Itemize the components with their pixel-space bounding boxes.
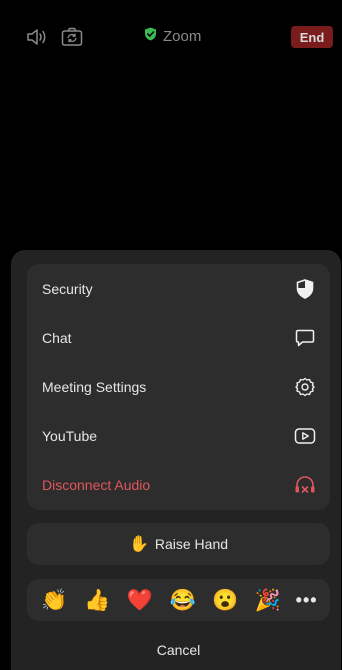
menu-item-label: YouTube xyxy=(42,427,98,444)
menu-item-label: Chat xyxy=(42,329,72,346)
open-mouth-reaction[interactable]: 😮 xyxy=(210,590,240,611)
reactions-bar: 👏 👍 ❤️ 😂 😮 🎉 ••• xyxy=(27,579,330,621)
heart-reaction[interactable]: ❤️ xyxy=(125,590,155,611)
shield-check-icon xyxy=(144,27,157,45)
meeting-title-text: Zoom xyxy=(163,27,202,45)
raised-hand-icon: ✋ xyxy=(128,536,149,553)
party-popper-reaction[interactable]: 🎉 xyxy=(253,590,283,611)
meeting-topbar: Zoom End xyxy=(0,0,342,74)
menu-item-disconnect-audio[interactable]: Disconnect Audio xyxy=(27,460,330,509)
tears-of-joy-reaction[interactable]: 😂 xyxy=(168,590,198,611)
clapping-hands-reaction[interactable]: 👏 xyxy=(39,590,69,611)
menu-card: Security Chat Meeting Settings YouTube D… xyxy=(27,264,330,510)
menu-item-meeting-settings[interactable]: Meeting Settings xyxy=(27,362,330,411)
raise-hand-label: Raise Hand xyxy=(154,536,229,552)
thumbs-up-reaction[interactable]: 👍 xyxy=(82,590,112,611)
speaker-icon[interactable] xyxy=(25,25,49,49)
camera-switch-icon[interactable] xyxy=(60,25,84,49)
more-actions-sheet: Security Chat Meeting Settings YouTube D… xyxy=(11,250,341,670)
youtube-play-icon xyxy=(294,425,316,447)
menu-item-chat[interactable]: Chat xyxy=(27,313,330,362)
more-reactions-button[interactable]: ••• xyxy=(296,590,318,611)
menu-item-label: Security xyxy=(42,280,93,297)
gear-icon xyxy=(294,376,316,398)
menu-item-security[interactable]: Security xyxy=(27,264,330,313)
menu-item-youtube[interactable]: YouTube xyxy=(27,411,330,460)
headphones-x-icon xyxy=(294,474,316,496)
end-meeting-button[interactable]: End xyxy=(291,26,333,48)
menu-item-label: Meeting Settings xyxy=(42,378,147,395)
meeting-title[interactable]: Zoom xyxy=(144,27,201,45)
cancel-button[interactable]: Cancel xyxy=(27,633,330,667)
chat-bubble-icon xyxy=(294,327,316,349)
shield-icon xyxy=(294,278,316,300)
raise-hand-button[interactable]: ✋ Raise Hand xyxy=(27,523,330,565)
menu-item-label: Disconnect Audio xyxy=(42,476,151,493)
meeting-screen: Zoom End Security Chat Meeting Settings … xyxy=(0,0,342,670)
